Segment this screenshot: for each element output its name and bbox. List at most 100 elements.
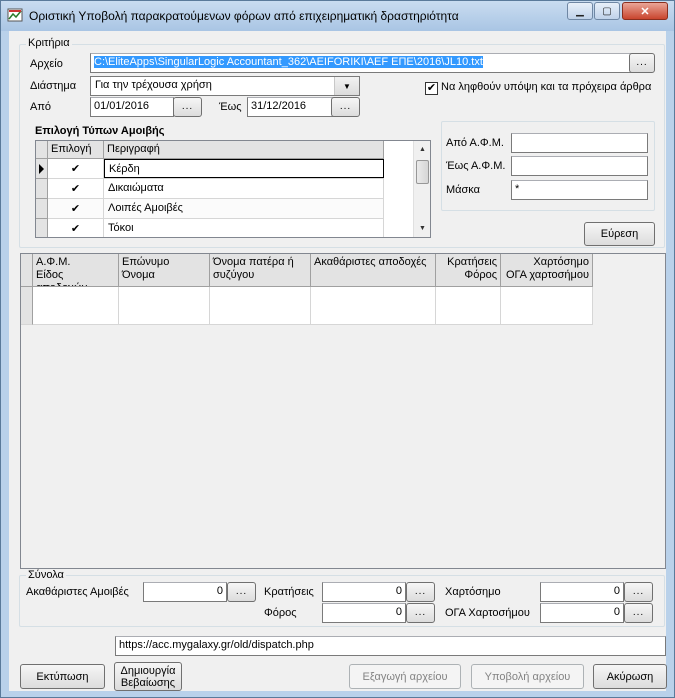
header-line-1: Κρατήσεις	[447, 256, 497, 268]
from-date-input[interactable]: 01/01/2016	[90, 97, 174, 117]
column-header-deductions-tax[interactable]: Κρατήσεις Φόρος	[436, 254, 501, 287]
oga-total-button[interactable]: ...	[624, 603, 653, 623]
row-checkbox[interactable]: ✔	[48, 179, 104, 198]
table-cell[interactable]	[210, 287, 311, 325]
mask-label: Μάσκα	[446, 184, 481, 196]
maximize-icon: ▢	[602, 5, 612, 17]
table-cell[interactable]	[119, 287, 210, 325]
row-checkbox[interactable]: ✔	[48, 219, 104, 237]
column-header-select[interactable]: Επιλογή	[48, 141, 104, 159]
column-header-description[interactable]: Περιγραφή	[104, 141, 384, 159]
results-grid: Α.Φ.Μ.Είδος αποδοχών ΕπώνυμοΌνομα Όνομα …	[20, 253, 666, 569]
column-header-stamp-oga[interactable]: Χαρτόσημο ΟΓΑ χαρτοσήμου	[501, 254, 593, 287]
stamp-total-label: Χαρτόσημο	[445, 586, 501, 598]
table-cell[interactable]	[436, 287, 501, 325]
column-header-name[interactable]: Επώνυμο Όνομα	[119, 254, 210, 287]
export-file-button[interactable]: Εξαγωγή αρχείου	[349, 664, 461, 689]
payment-types-scrollbar[interactable]: ▲ ▼	[413, 141, 430, 237]
file-path-value: C:\EliteApps\SingularLogic Accountant_36…	[94, 56, 483, 68]
minimize-icon: ▁	[576, 5, 584, 17]
header-line-2: Φόρος	[464, 269, 497, 281]
from-date-picker-button[interactable]: ...	[173, 97, 202, 117]
period-select[interactable]: Για την τρέχουσα χρήση ▼	[90, 76, 360, 96]
row-label: Τόκοι	[104, 219, 384, 237]
to-afm-label: Έως Α.Φ.Μ.	[446, 160, 506, 172]
from-afm-input[interactable]	[511, 133, 648, 153]
scroll-thumb[interactable]	[416, 160, 429, 184]
column-header-gross[interactable]: Ακαθάριστες αποδοχές	[311, 254, 436, 287]
row-label: Κέρδη	[104, 159, 384, 178]
stamp-total-value: 0	[540, 582, 624, 602]
deductions-total-value: 0	[322, 582, 406, 602]
period-label: Διάστημα	[30, 80, 77, 92]
chevron-down-icon[interactable]: ▼	[334, 77, 359, 95]
close-icon: ✕	[640, 5, 650, 18]
gross-total-button[interactable]: ...	[227, 582, 256, 602]
stamp-total-button[interactable]: ...	[624, 582, 653, 602]
row-checkbox[interactable]: ✔	[48, 199, 104, 218]
window-title: Οριστική Υποβολή παρακρατούμενων φόρων α…	[29, 9, 459, 23]
client-area: Κριτήρια Αρχείο C:\EliteApps\SingularLog…	[9, 31, 667, 691]
header-line-2: Όνομα	[122, 269, 155, 281]
deductions-total-label: Κρατήσεις	[264, 586, 314, 598]
table-cell[interactable]	[33, 287, 119, 325]
list-item[interactable]: ✔ Τόκοι	[48, 219, 384, 237]
search-button[interactable]: Εύρεση	[584, 222, 655, 246]
tax-total-button[interactable]: ...	[406, 603, 435, 623]
cancel-button[interactable]: Ακύρωση	[593, 664, 667, 689]
dialog-window: Οριστική Υποβολή παρακρατούμενων φόρων α…	[0, 0, 675, 698]
list-item[interactable]: ✔ Λοιπές Αμοιβές	[48, 199, 384, 219]
deductions-total-button[interactable]: ...	[406, 582, 435, 602]
column-header-father-name[interactable]: Όνομα πατέρα ή συζύγου	[210, 254, 311, 287]
row-label: Δικαιώματα	[104, 179, 384, 198]
minimize-button[interactable]: ▁	[567, 2, 593, 20]
grid-corner	[36, 141, 48, 159]
table-cell[interactable]	[311, 287, 436, 325]
list-item[interactable]: ✔ Δικαιώματα	[48, 179, 384, 199]
to-date-input[interactable]: 31/12/2016	[247, 97, 341, 117]
header-line-1: Επώνυμο	[122, 256, 170, 268]
file-label: Αρχείο	[30, 58, 63, 70]
url-field[interactable]: https://acc.mygalaxy.gr/old/dispatch.php	[115, 636, 666, 656]
submit-file-button[interactable]: Υποβολή αρχείου	[471, 664, 584, 689]
row-checkbox[interactable]: ✔	[48, 159, 104, 178]
header-line-2: συζύγου	[213, 269, 255, 281]
create-certificate-line1: Δημιουργία	[120, 664, 176, 677]
row-header	[36, 219, 48, 237]
row-header	[21, 287, 33, 325]
gross-total-label: Ακαθάριστες Αμοιβές	[26, 586, 129, 598]
to-date-label: Έως	[219, 101, 242, 113]
file-path-input[interactable]: C:\EliteApps\SingularLogic Accountant_36…	[90, 53, 638, 73]
header-line-2: Είδος αποδοχών	[36, 269, 87, 286]
to-afm-input[interactable]	[511, 156, 648, 176]
scroll-up-icon[interactable]: ▲	[414, 141, 430, 158]
list-item[interactable]: ✔ Κέρδη	[48, 159, 384, 179]
maximize-button[interactable]: ▢	[594, 2, 620, 20]
print-button[interactable]: Εκτύπωση	[20, 664, 105, 689]
to-date-picker-button[interactable]: ...	[331, 97, 360, 117]
row-header	[36, 199, 48, 219]
title-bar[interactable]: Οριστική Υποβολή παρακρατούμενων φόρων α…	[1, 1, 674, 31]
drafts-checkbox[interactable]: ✔	[425, 82, 438, 95]
mask-input[interactable]: *	[511, 180, 648, 200]
app-icon	[7, 7, 23, 23]
row-label: Λοιπές Αμοιβές	[104, 199, 384, 218]
current-row-indicator-icon	[36, 159, 48, 179]
drafts-label: Να ληφθούν υπόψη και τα πρόχειρα άρθρα	[441, 81, 652, 93]
criteria-group-label: Κριτήρια	[26, 37, 72, 49]
oga-total-value: 0	[540, 603, 624, 623]
create-certificate-line2: Βεβαίωσης	[120, 676, 176, 689]
tax-total-value: 0	[322, 603, 406, 623]
from-afm-label: Από Α.Φ.Μ.	[446, 137, 504, 149]
period-selected-value: Για την τρέχουσα χρήση	[95, 79, 212, 91]
header-line-1: Α.Φ.Μ.	[36, 256, 71, 268]
file-browse-button[interactable]: ...	[629, 53, 655, 73]
close-button[interactable]: ✕	[622, 2, 668, 20]
scroll-down-icon[interactable]: ▼	[414, 220, 430, 237]
header-line-2: ΟΓΑ χαρτοσήμου	[505, 269, 589, 281]
column-header-afm[interactable]: Α.Φ.Μ.Είδος αποδοχών	[33, 254, 119, 287]
header-line-1: Ακαθάριστες αποδοχές	[314, 256, 427, 268]
table-cell[interactable]	[501, 287, 593, 325]
create-certificate-button[interactable]: Δημιουργία Βεβαίωσης	[114, 662, 182, 691]
gross-total-value: 0	[143, 582, 227, 602]
